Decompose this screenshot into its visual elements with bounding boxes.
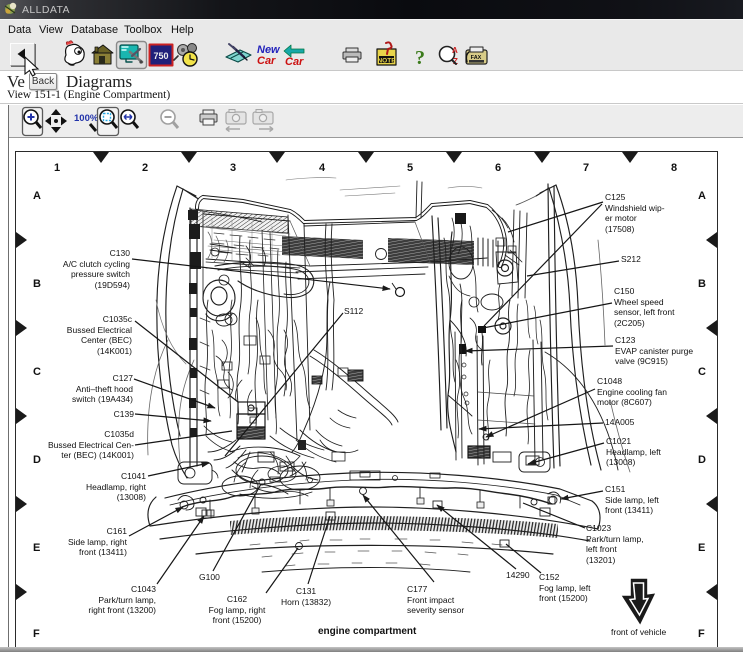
svg-text:100%: 100% — [74, 113, 99, 124]
svg-text:A: A — [452, 46, 458, 55]
svg-text:750: 750 — [153, 51, 168, 61]
svg-text:Car: Car — [257, 55, 276, 67]
svg-text:Car: Car — [285, 56, 304, 68]
svg-text:NOTE: NOTE — [377, 58, 396, 65]
svg-text:?: ? — [415, 47, 425, 69]
